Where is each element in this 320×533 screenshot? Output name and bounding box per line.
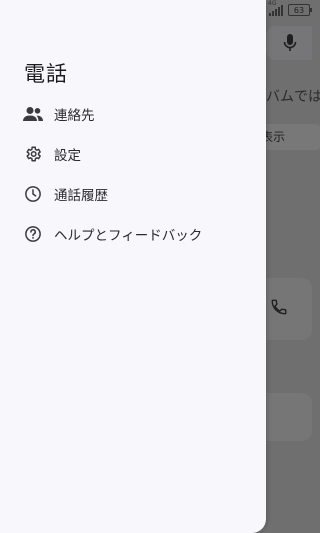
drawer-menu: 連絡先 設定 通話履歴 ヘルプとフィードバック [0,94,266,254]
menu-item-label: 通話履歴 [54,188,108,204]
drawer-title: 電話 [24,62,68,86]
battery-icon: 63 [288,4,312,16]
help-icon [22,223,44,245]
background-text: バムでは [266,89,320,105]
navigation-drawer: 電話 連絡先 設定 通話履歴 ヘルプとフィードバック [0,0,266,533]
menu-item-label: 連絡先 [54,108,95,124]
phone-icon [271,299,287,315]
menu-item-call-history[interactable]: 通話履歴 [0,174,266,214]
menu-item-help-feedback[interactable]: ヘルプとフィードバック [0,214,266,254]
menu-item-label: ヘルプとフィードバック [54,228,203,244]
menu-item-settings[interactable]: 設定 [0,134,266,174]
signal-icon: 4G [268,0,283,16]
settings-icon [22,143,44,165]
call-history-icon [22,183,44,205]
mic-icon [283,34,297,51]
contacts-icon [22,103,44,125]
menu-item-label: 設定 [54,148,81,164]
network-type-label: 4G [268,0,277,7]
menu-item-contacts[interactable]: 連絡先 [0,94,266,134]
battery-level: 63 [293,5,305,15]
